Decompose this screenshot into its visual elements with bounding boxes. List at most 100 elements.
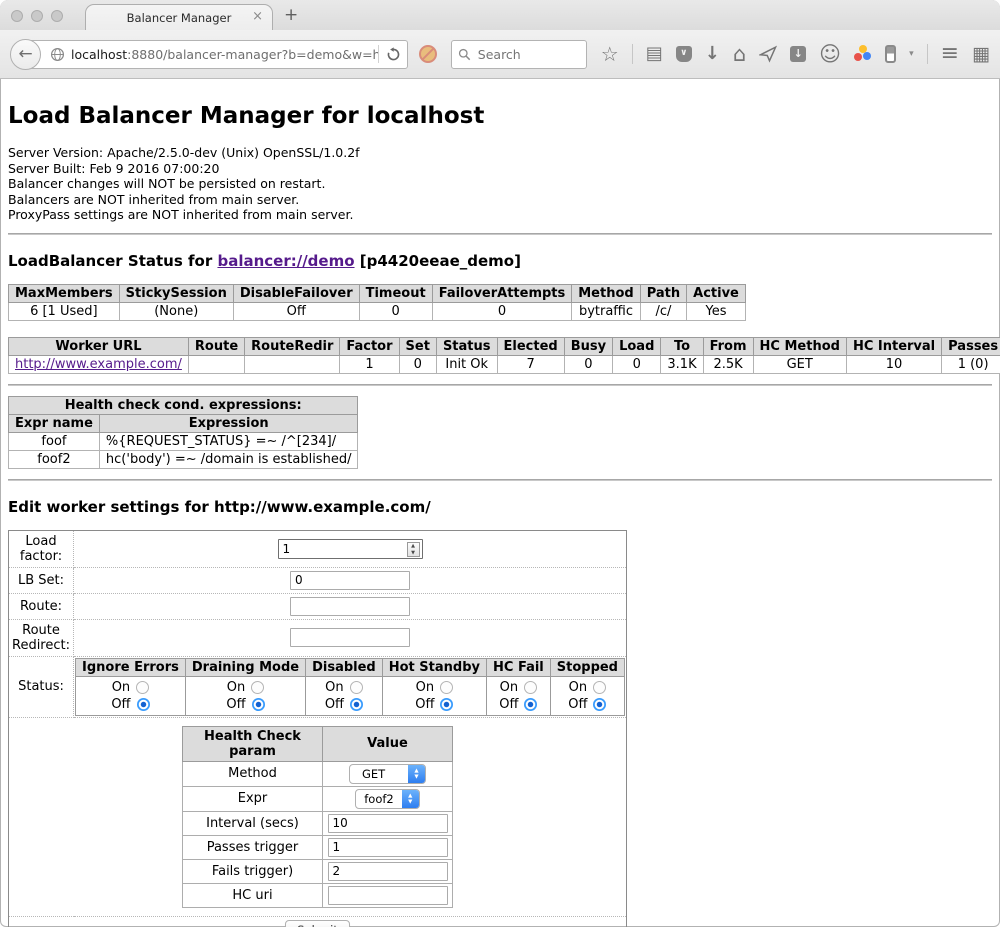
number-stepper-icon[interactable]: ▲▼ xyxy=(407,542,420,557)
minimize-window-button[interactable] xyxy=(31,10,43,22)
zoom-window-button[interactable] xyxy=(51,10,63,22)
search-bar[interactable] xyxy=(451,40,587,69)
balancer-header-cell: FailoverAttempts xyxy=(432,284,572,302)
balancer-cell: /c/ xyxy=(640,302,686,320)
worker-header-cell: Load xyxy=(613,337,661,355)
hc-expr-label: Expr xyxy=(183,786,323,811)
extension-battery-icon[interactable] xyxy=(885,45,896,63)
radio-hot-standby-off[interactable] xyxy=(440,698,453,711)
radio-disabled-off[interactable] xyxy=(350,698,363,711)
radio-label-on: On xyxy=(227,679,245,696)
radio-label-off: Off xyxy=(111,696,130,713)
back-button[interactable]: ← xyxy=(10,39,41,70)
passes-trigger-input[interactable] xyxy=(328,838,448,857)
route-redirect-input[interactable] xyxy=(290,628,410,647)
route-input[interactable] xyxy=(290,597,410,616)
radio-stopped-on[interactable] xyxy=(593,681,606,694)
divider xyxy=(8,479,992,481)
home-icon[interactable]: ⌂ xyxy=(733,45,746,63)
worker-cell: 3.1K xyxy=(661,355,703,373)
palette-dot-blue xyxy=(863,52,871,60)
load-factor-input[interactable] xyxy=(278,539,423,559)
fails-trigger-input[interactable] xyxy=(328,862,448,881)
balancer-link[interactable]: balancer://demo xyxy=(217,252,354,270)
radio-hc-fail-off[interactable] xyxy=(524,698,537,711)
status-column-header: Ignore Errors xyxy=(76,658,186,676)
worker-header-cell: To xyxy=(661,337,703,355)
bookmarks-menu-icon[interactable]: ▤ xyxy=(646,45,663,63)
worker-header-cell: RouteRedir xyxy=(245,337,340,355)
form-row: Route: xyxy=(9,593,627,619)
downloads-icon[interactable]: ↓ xyxy=(705,45,720,63)
radio-ignore-errors-on[interactable] xyxy=(136,681,149,694)
radio-label-off: Off xyxy=(568,696,587,713)
menu-hamburger-icon[interactable]: ≡ xyxy=(941,45,959,63)
browser-tab[interactable]: Balancer Manager × xyxy=(85,4,273,30)
expr-name-cell: foof xyxy=(9,432,100,450)
toolbar-separator-2 xyxy=(927,44,928,64)
reload-icon[interactable] xyxy=(386,47,401,62)
expr-select[interactable]: foof2 ▲▼ xyxy=(355,789,420,809)
save-page-icon[interactable]: ↓ xyxy=(790,46,806,62)
url-input[interactable]: localhost :8880/balancer-manager?b=demo&… xyxy=(25,40,408,69)
balancer-header-cell: Active xyxy=(687,284,746,302)
radio-label-on: On xyxy=(569,679,587,696)
expr-row: foof %{REQUEST_STATUS} =~ /^[234]/ xyxy=(9,432,358,450)
close-window-button[interactable] xyxy=(11,10,23,22)
interval-input[interactable] xyxy=(328,814,448,833)
balancer-cell: 0 xyxy=(359,302,432,320)
pocket-icon[interactable]: ∨ xyxy=(676,46,692,62)
tab-title: Balancer Manager xyxy=(127,11,232,25)
globe-icon xyxy=(50,47,65,62)
status-cell-hot-standby: On Off xyxy=(382,676,486,715)
submit-button[interactable]: Submit xyxy=(285,920,350,927)
worker-cell xyxy=(188,355,244,373)
feedback-smiley-icon[interactable]: ☺ xyxy=(819,45,841,63)
radio-label-off: Off xyxy=(325,696,344,713)
page-title: Load Balancer Manager for localhost xyxy=(8,103,992,129)
server-info: Server Version: Apache/2.5.0-dev (Unix) … xyxy=(8,145,992,223)
expr-header-cell: Expression xyxy=(99,414,358,432)
radio-draining-mode-on[interactable] xyxy=(251,681,264,694)
send-tab-icon[interactable] xyxy=(759,45,777,63)
worker-header-cell: Route xyxy=(188,337,244,355)
palette-dot-red xyxy=(854,53,862,61)
content-block-icon[interactable] xyxy=(419,45,437,63)
status-cell-disabled: On Off xyxy=(306,676,383,715)
url-path-text: :8880/balancer-manager?b=demo&w=http://w… xyxy=(127,47,378,62)
radio-draining-mode-off[interactable] xyxy=(252,698,265,711)
extension-palette-icon[interactable] xyxy=(854,45,872,63)
hc-uri-input[interactable] xyxy=(328,886,448,905)
overflow-caret-icon[interactable]: ▾ xyxy=(909,49,914,59)
expr-table: Health check cond. expressions: Expr nam… xyxy=(8,396,358,469)
radio-label-on: On xyxy=(112,679,130,696)
radio-hc-fail-on[interactable] xyxy=(524,681,537,694)
radio-hot-standby-on[interactable] xyxy=(440,681,453,694)
server-info-line: Server Built: Feb 9 2016 07:00:20 xyxy=(8,161,992,177)
balancer-cell: 6 [1 Used] xyxy=(9,302,120,320)
status-table: Ignore Errors Draining Mode Disabled Hot… xyxy=(75,658,625,716)
radio-disabled-on[interactable] xyxy=(350,681,363,694)
server-info-line: Server Version: Apache/2.5.0-dev (Unix) … xyxy=(8,145,992,161)
radio-stopped-off[interactable] xyxy=(593,698,606,711)
tab-groups-icon[interactable]: ▦ xyxy=(972,45,990,63)
submit-row: Submit xyxy=(9,916,627,927)
tab-close-icon[interactable]: × xyxy=(252,10,263,23)
lb-set-input[interactable] xyxy=(290,571,410,590)
method-select[interactable]: GET ▲▼ xyxy=(349,764,426,784)
worker-cell xyxy=(245,355,340,373)
balancer-header-cell: Method xyxy=(572,284,640,302)
expr-select-value: foof2 xyxy=(356,790,402,808)
status-cell-draining-mode: On Off xyxy=(185,676,305,715)
select-stepper-icon: ▲▼ xyxy=(402,790,419,808)
new-tab-button[interactable]: + xyxy=(284,5,298,25)
worker-header-cell: Passes xyxy=(942,337,1000,355)
bookmark-star-icon[interactable]: ☆ xyxy=(601,45,619,63)
radio-label-on: On xyxy=(416,679,434,696)
radio-ignore-errors-off[interactable] xyxy=(137,698,150,711)
balancer-status-table: MaxMembers StickySession DisableFailover… xyxy=(8,284,746,321)
load-factor-label: Load factor: xyxy=(9,530,74,567)
search-input[interactable] xyxy=(476,46,576,63)
worker-url-link[interactable]: http://www.example.com/ xyxy=(15,357,182,372)
worker-cell: 1 (0) xyxy=(942,355,1000,373)
